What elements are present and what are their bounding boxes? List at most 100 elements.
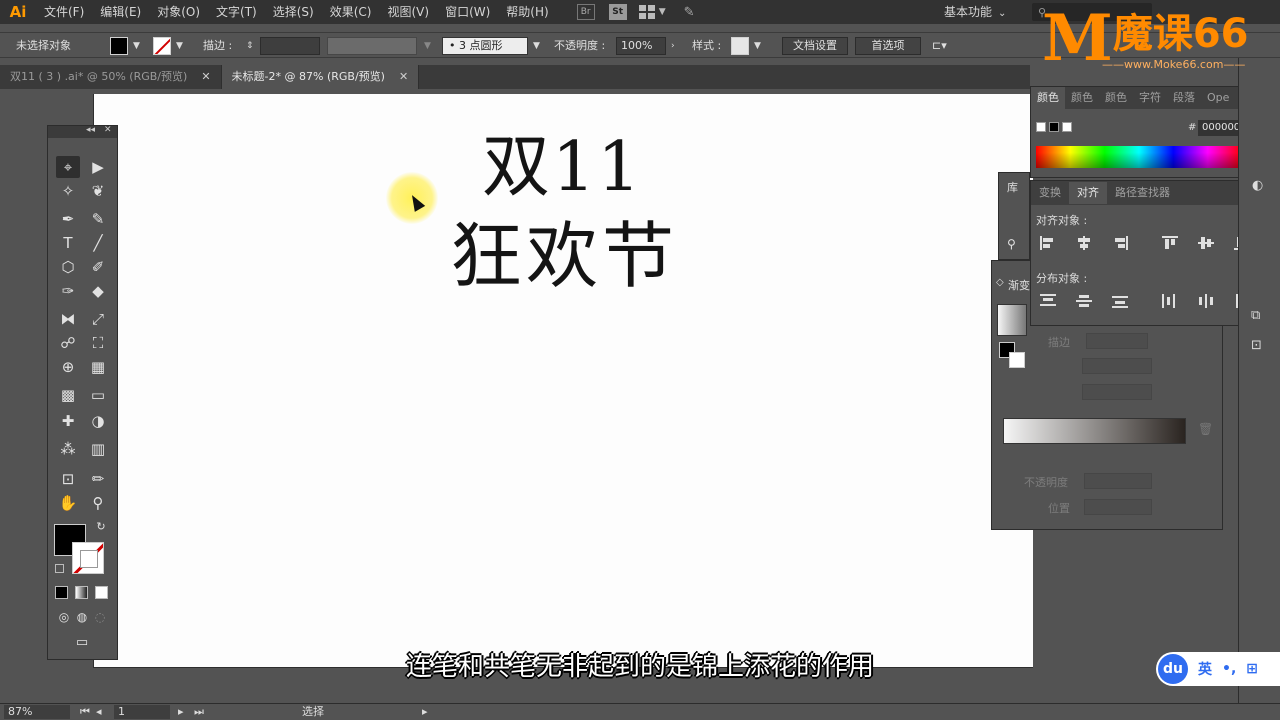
close-icon[interactable]: ✕ (201, 65, 210, 89)
gradient-angle-field[interactable] (1082, 358, 1152, 374)
tab-swatches[interactable]: 颜色 (1099, 87, 1133, 109)
chevron-down-icon[interactable]: ▼ (754, 37, 761, 55)
chevron-down-icon[interactable]: ▼ (659, 7, 666, 17)
variable-width-field[interactable] (327, 37, 417, 55)
menu-select[interactable]: 选择(S) (265, 0, 322, 24)
document-setup-button[interactable]: 文档设置 (782, 37, 848, 55)
ime-logo[interactable]: du (1158, 654, 1188, 684)
color-spectrum[interactable] (1036, 146, 1242, 168)
gradient-stroke-icon[interactable] (1009, 352, 1025, 368)
none-mode-icon[interactable] (95, 586, 108, 599)
stroke-color-box[interactable] (72, 542, 104, 574)
collapse-icon[interactable]: ◂◂ (86, 125, 95, 135)
status-menu-icon[interactable]: ▸ (422, 705, 428, 719)
artboards-panel-icon[interactable]: ⊡ (1251, 338, 1262, 353)
direct-selection-tool-icon[interactable]: ▶ (86, 156, 110, 178)
distribute-left-icon[interactable] (1162, 294, 1178, 308)
eraser-tool-icon[interactable]: ◆ (86, 280, 110, 302)
type-tool-icon[interactable]: T (56, 232, 80, 254)
circle-panel-icon[interactable]: ◐ (1252, 178, 1263, 193)
close-icon[interactable]: ✕ (104, 125, 112, 135)
align-top-icon[interactable] (1162, 236, 1178, 250)
mesh-tool-icon[interactable]: ▩ (56, 384, 80, 406)
bridge-button[interactable]: Br (576, 4, 595, 20)
selection-tool-icon[interactable]: ⌖ (56, 156, 80, 178)
menu-edit[interactable]: 编辑(E) (92, 0, 149, 24)
artwork-text-line-1[interactable]: 双11 (482, 128, 643, 208)
white-swatch[interactable] (1062, 122, 1072, 132)
library-tab[interactable]: 库 (1007, 179, 1018, 195)
distribute-bottom-icon[interactable] (1112, 294, 1128, 308)
workspace-switcher[interactable]: 基本功能 ⌄ (944, 0, 1006, 24)
tools-panel-header[interactable]: ◂◂ ✕ (48, 125, 117, 138)
tab-character[interactable]: 字符 (1133, 87, 1167, 109)
tab-shuang11[interactable]: 双11 ( 3 ) .ai* @ 50% (RGB/预览) ✕ (0, 65, 222, 89)
paintbrush-tool-icon[interactable]: ✐ (86, 256, 110, 278)
polygon-tool-icon[interactable]: ⬡ (56, 256, 80, 278)
previous-artboard-icon[interactable]: ◂ (96, 705, 102, 719)
chevron-right-icon[interactable]: › (671, 37, 675, 55)
chevron-down-icon[interactable]: ▼ (533, 37, 540, 55)
blend-tool-icon[interactable]: ◑ (86, 410, 110, 432)
scale-tool-icon[interactable]: ⤢ (86, 308, 110, 330)
menu-help[interactable]: 帮助(H) (498, 0, 556, 24)
align-right-icon[interactable] (1112, 236, 1128, 250)
close-icon[interactable]: ✕ (399, 65, 408, 89)
magic-wand-tool-icon[interactable]: ✧ (56, 180, 80, 202)
lasso-tool-icon[interactable]: ❦ (86, 180, 110, 202)
artwork-text-line-2[interactable]: 狂欢节 (450, 214, 678, 298)
artboard-tool-icon[interactable]: ⊡ (56, 468, 80, 490)
gradient-aspect-field[interactable] (1082, 384, 1152, 400)
perspective-grid-tool-icon[interactable]: ▦ (86, 356, 110, 378)
column-graph-tool-icon[interactable]: ▥ (86, 438, 110, 460)
reflect-tool-icon[interactable]: ⧓ (56, 308, 80, 330)
graphic-style-swatch[interactable] (731, 37, 749, 55)
brush-definition-select[interactable]: • 3 点圆形 (442, 37, 528, 55)
trash-icon[interactable]: 🗑 (1198, 422, 1213, 436)
tab-pathfinder[interactable]: 路径查找器 (1107, 182, 1178, 204)
arrange-documents-icon[interactable] (638, 5, 655, 19)
stepper-icon[interactable]: ⇕ (246, 37, 254, 55)
menu-type[interactable]: 文字(T) (208, 0, 265, 24)
gradient-mode-icon[interactable] (75, 586, 88, 599)
tab-opentype[interactable]: Ope (1201, 87, 1235, 109)
pen-tool-icon[interactable]: ✒ (56, 208, 80, 230)
chevron-down-icon[interactable]: ▼ (176, 37, 183, 55)
zoom-tool-icon[interactable]: ⚲ (86, 492, 110, 514)
gradient-slider[interactable] (1003, 418, 1186, 444)
chevron-down-icon[interactable]: ▼ (424, 37, 431, 55)
arrange-icon[interactable]: ⊏▾ (932, 37, 947, 55)
collapse-icon[interactable]: ◇ (996, 277, 1004, 288)
ime-punctuation-toggle[interactable]: •, (1222, 661, 1236, 677)
shape-builder-tool-icon[interactable]: ⊕ (56, 356, 80, 378)
menu-view[interactable]: 视图(V) (379, 0, 437, 24)
draw-inside-icon[interactable]: ◌ (88, 606, 112, 628)
gradient-preview-swatch[interactable] (997, 304, 1027, 336)
menu-file[interactable]: 文件(F) (36, 0, 92, 24)
menu-window[interactable]: 窗口(W) (437, 0, 498, 24)
zoom-level-field[interactable]: 87% (4, 705, 70, 719)
align-left-icon[interactable] (1040, 236, 1056, 250)
stock-button[interactable]: St (608, 4, 627, 20)
gradient-tool-icon[interactable]: ▭ (86, 384, 110, 406)
stroke-gradient-mode-buttons[interactable] (1086, 333, 1148, 349)
gpu-performance-icon[interactable]: ✎ (684, 5, 695, 20)
distribute-vertical-center-icon[interactable] (1076, 294, 1092, 308)
color-mode-icon[interactable] (55, 586, 68, 599)
ime-toolbox-icon[interactable]: ⊞ (1246, 661, 1258, 677)
swap-colors-icon[interactable]: ↻ (94, 520, 108, 534)
tab-untitled-2[interactable]: 未标题-2* @ 87% (RGB/预览) ✕ (221, 65, 420, 89)
shaper-tool-icon[interactable]: ✑ (56, 280, 80, 302)
menu-effect[interactable]: 效果(C) (322, 0, 380, 24)
stroke-swatch[interactable] (153, 37, 171, 55)
eyedropper-tool-icon[interactable]: ✚ (56, 410, 80, 432)
align-vertical-center-icon[interactable] (1198, 236, 1214, 250)
ime-toolbar[interactable]: du 英 •, ⊞ (1156, 652, 1280, 686)
distribute-horizontal-center-icon[interactable] (1198, 294, 1214, 308)
first-artboard-icon[interactable]: ⏮ (80, 705, 90, 719)
none-swatch[interactable] (1036, 122, 1046, 132)
search-icon[interactable]: ⚲ (1007, 237, 1016, 251)
tab-align[interactable]: 对齐 (1069, 182, 1107, 204)
layers-panel-icon[interactable]: ⧉ (1251, 308, 1260, 323)
curvature-tool-icon[interactable]: ✎ (86, 208, 110, 230)
